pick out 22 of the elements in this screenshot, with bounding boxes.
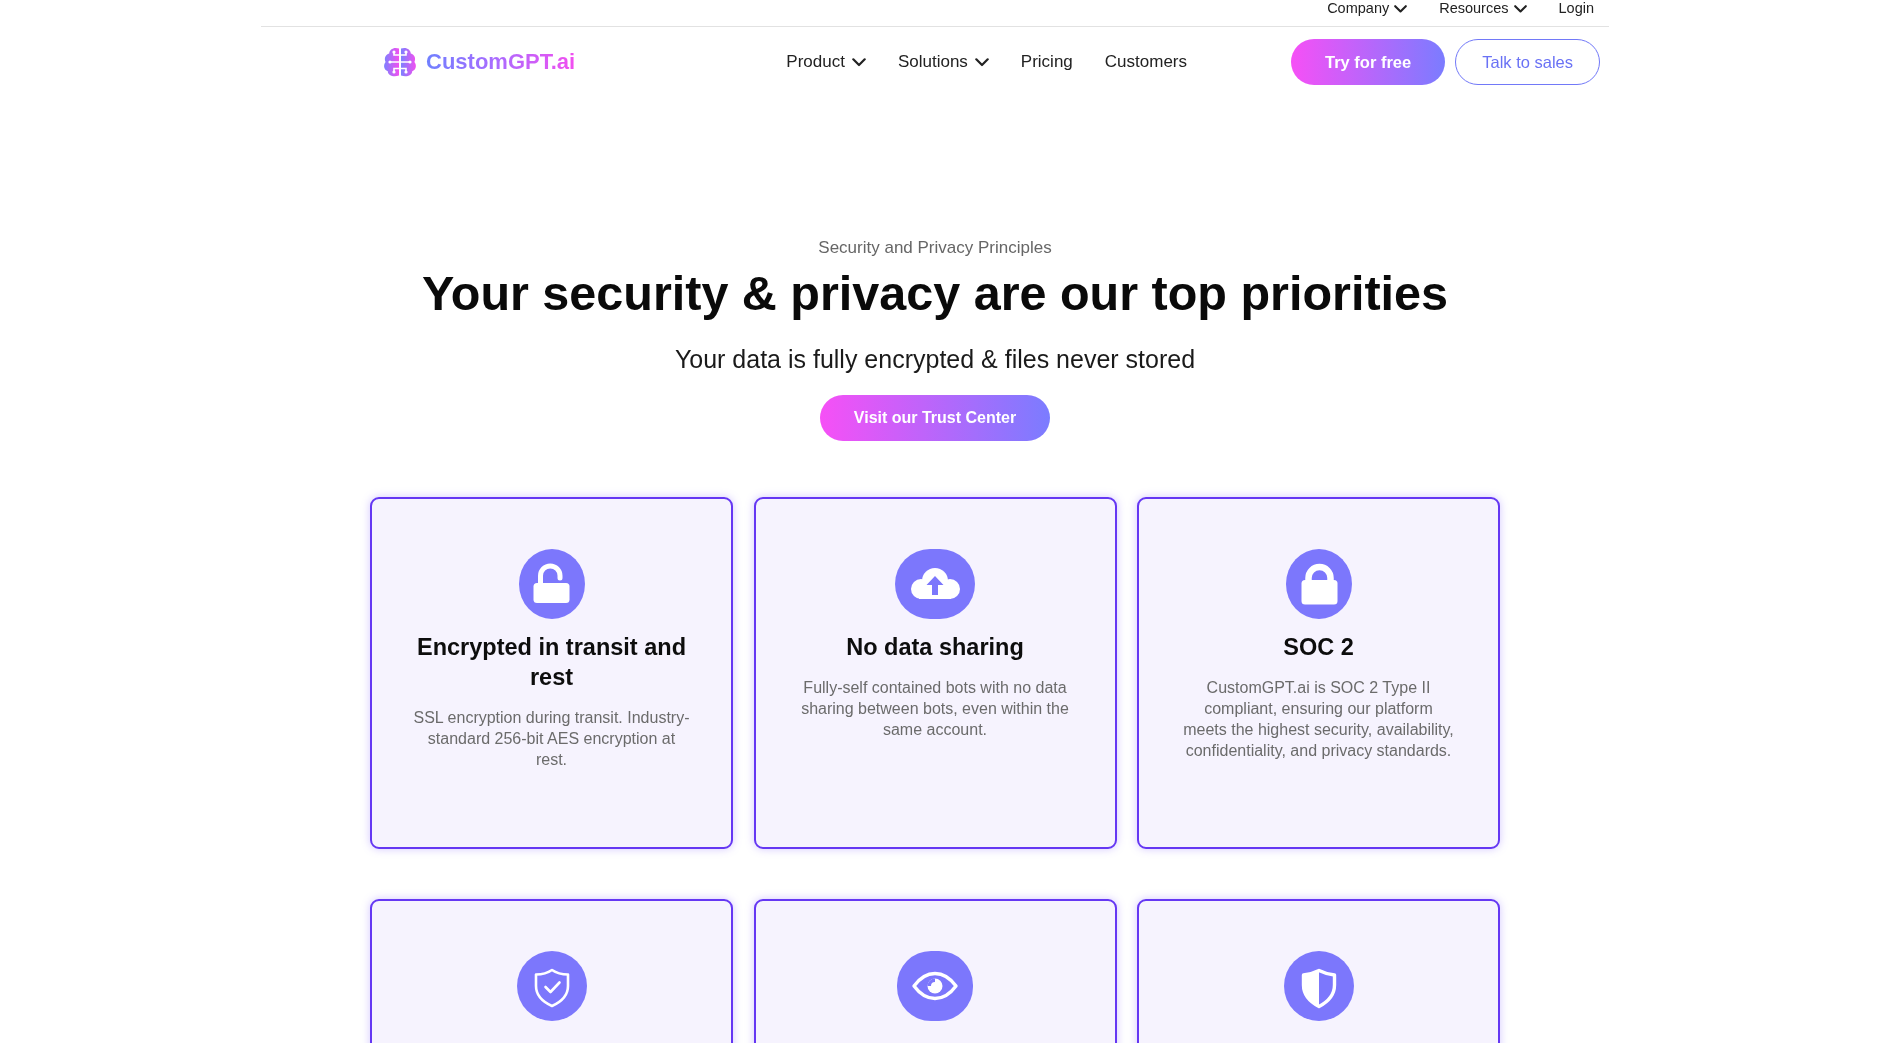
feature-description: CustomGPT.ai is SOC 2 Type II compliant, ensuring our platform meets the highest security, availability, confidentiality, and privacy standards. bbox=[1182, 678, 1455, 761]
page-subtitle: Your data is fully encrypted & files never stored bbox=[674, 344, 1196, 374]
top-nav-link[interactable]: Login bbox=[1558, 0, 1594, 17]
section-eyebrow: Security and Privacy Principles bbox=[818, 238, 1052, 258]
feature-description: Fully-self contained bots with no data sharing between bots, even within the same account. bbox=[800, 678, 1070, 740]
half-shield-icon bbox=[1283, 951, 1354, 1021]
sales-button[interactable]: Talk to sales bbox=[1455, 39, 1600, 85]
shield-check-icon bbox=[516, 951, 587, 1021]
nav-link[interactable]: Pricing bbox=[1020, 51, 1073, 73]
top-nav-link[interactable]: Company bbox=[1327, 0, 1408, 17]
nav-link[interactable]: Customers bbox=[1104, 51, 1187, 73]
padlock-icon bbox=[1285, 549, 1352, 619]
unlocked-padlock-icon bbox=[518, 549, 585, 619]
feature-title: Encrypted in transit and rest bbox=[416, 633, 687, 692]
feature-title: No data sharing bbox=[846, 633, 1024, 662]
brain-logo-icon bbox=[383, 46, 417, 78]
feature-title: SOC 2 bbox=[1283, 633, 1354, 662]
feature-description: SSL encryption during transit. Industry-standard 256-bit AES encryption at rest. bbox=[413, 708, 690, 770]
top-nav-link[interactable]: Resources bbox=[1439, 0, 1527, 17]
page-headline: Your security & privacy are our top priorities bbox=[422, 265, 1448, 322]
nav-link[interactable]: Solutions bbox=[897, 51, 989, 73]
nav-link[interactable]: Product bbox=[786, 51, 866, 73]
